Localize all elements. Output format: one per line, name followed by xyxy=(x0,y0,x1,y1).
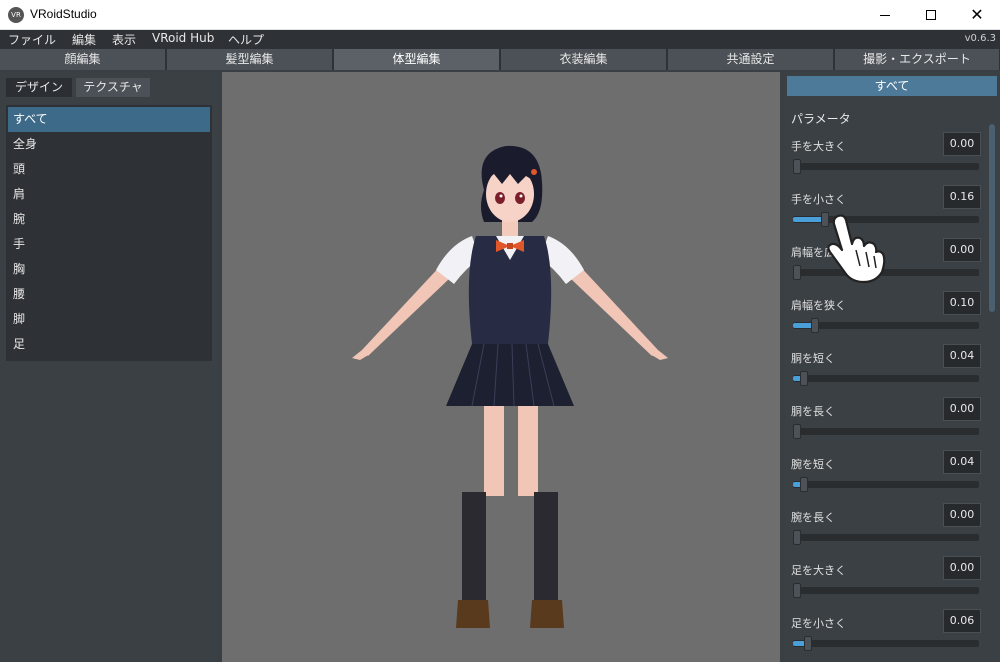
menu-file[interactable]: ファイル xyxy=(8,31,56,48)
menu-edit[interactable]: 編集 xyxy=(72,31,96,48)
menu-bar: ファイル 編集 表示 VRoid Hub ヘルプ v0.6.3 xyxy=(0,30,1000,48)
tab-body-edit[interactable]: 体型編集 xyxy=(334,49,500,70)
param-row: 肩幅を狭く 0.10 xyxy=(785,291,985,344)
param-slider[interactable] xyxy=(793,530,979,545)
slider-fill xyxy=(793,323,813,328)
slider-thumb[interactable] xyxy=(804,636,812,651)
slider-thumb[interactable] xyxy=(811,318,819,333)
tab-outfit-edit[interactable]: 衣装編集 xyxy=(501,49,667,70)
param-slider[interactable] xyxy=(793,371,979,386)
slider-thumb[interactable] xyxy=(800,371,808,386)
maximize-button[interactable] xyxy=(908,0,954,30)
param-row: 胴を長く 0.00 xyxy=(785,397,985,450)
param-label: 腕を短く xyxy=(791,458,835,471)
menu-view[interactable]: 表示 xyxy=(112,31,136,48)
hand-pointer-icon xyxy=(827,214,886,284)
param-row: 足を小さく 0.06 xyxy=(785,609,985,662)
slider-thumb[interactable] xyxy=(793,265,801,280)
param-value-input[interactable]: 0.00 xyxy=(943,556,981,580)
category-head[interactable]: 頭 xyxy=(8,157,210,182)
3d-viewport[interactable] xyxy=(222,72,780,662)
character-model xyxy=(352,145,668,628)
close-icon: ✕ xyxy=(970,5,984,24)
tab-photo-export[interactable]: 撮影・エクスポート xyxy=(835,49,1000,70)
param-label: 手を大きく xyxy=(791,140,846,153)
param-value-input[interactable]: 0.04 xyxy=(943,450,981,474)
tab-common-settings[interactable]: 共通設定 xyxy=(668,49,834,70)
category-waist[interactable]: 腰 xyxy=(8,282,210,307)
tab-texture[interactable]: テクスチャ xyxy=(76,78,150,97)
param-row: 腕を長く 0.00 xyxy=(785,503,985,556)
param-value-input[interactable]: 0.00 xyxy=(943,397,981,421)
category-chest[interactable]: 胸 xyxy=(8,257,210,282)
category-all[interactable]: すべて xyxy=(8,107,210,132)
menu-help[interactable]: ヘルプ xyxy=(228,31,264,48)
parameter-group-header[interactable]: すべて xyxy=(787,76,997,96)
category-hand[interactable]: 手 xyxy=(8,232,210,257)
parameter-scrollbar[interactable] xyxy=(989,124,995,312)
main-tab-bar: 顔編集 髪型編集 体型編集 衣装編集 共通設定 撮影・エクスポート xyxy=(0,48,1000,70)
param-value-input[interactable]: 0.16 xyxy=(943,185,981,209)
param-slider[interactable] xyxy=(793,424,979,439)
param-value-input[interactable]: 0.00 xyxy=(943,132,981,156)
tab-face-edit[interactable]: 顔編集 xyxy=(0,49,166,70)
param-slider[interactable] xyxy=(793,583,979,598)
param-slider[interactable] xyxy=(793,477,979,492)
slider-thumb[interactable] xyxy=(800,477,808,492)
param-value-input[interactable]: 0.00 xyxy=(943,503,981,527)
param-slider[interactable] xyxy=(793,318,979,333)
param-label: 胴を長く xyxy=(791,405,835,418)
minimize-button[interactable] xyxy=(862,0,908,30)
param-row: 足を大きく 0.00 xyxy=(785,556,985,609)
category-shoulder[interactable]: 肩 xyxy=(8,182,210,207)
param-slider[interactable] xyxy=(793,159,979,174)
param-value-input[interactable]: 0.10 xyxy=(943,291,981,315)
tab-hair-edit[interactable]: 髪型編集 xyxy=(167,49,333,70)
param-label: 腕を長く xyxy=(791,511,835,524)
param-row: 腕を短く 0.04 xyxy=(785,450,985,503)
title-bar: VR VRoidStudio ✕ xyxy=(0,0,1000,30)
param-value-input[interactable]: 0.06 xyxy=(943,609,981,633)
app-title: VRoidStudio xyxy=(30,7,97,21)
tab-design[interactable]: デザイン xyxy=(6,78,72,97)
minimize-icon xyxy=(880,14,890,16)
category-list: すべて 全身 頭 肩 腕 手 胸 腰 脚 足 xyxy=(6,105,212,361)
param-value-input[interactable]: 0.00 xyxy=(943,238,981,262)
maximize-icon xyxy=(926,10,936,20)
menu-vroid-hub[interactable]: VRoid Hub xyxy=(152,31,214,45)
slider-thumb[interactable] xyxy=(793,530,801,545)
param-label: 足を小さく xyxy=(791,617,846,630)
slider-thumb[interactable] xyxy=(793,159,801,174)
param-label: 肩幅を狭く xyxy=(791,299,846,312)
close-button[interactable]: ✕ xyxy=(954,0,1000,30)
category-foot[interactable]: 足 xyxy=(8,332,210,357)
param-label: 手を小さく xyxy=(791,193,846,206)
slider-thumb[interactable] xyxy=(793,583,801,598)
param-row: 胴を短く 0.04 xyxy=(785,344,985,397)
app-logo-icon: VR xyxy=(8,7,24,23)
param-label: 足を大きく xyxy=(791,564,846,577)
category-arm[interactable]: 腕 xyxy=(8,207,210,232)
category-whole-body[interactable]: 全身 xyxy=(8,132,210,157)
param-value-input[interactable]: 0.04 xyxy=(943,344,981,368)
slider-thumb[interactable] xyxy=(793,424,801,439)
param-label: 胴を短く xyxy=(791,352,835,365)
right-panel: すべて パラメータ 手を大きく 0.00 手を小さく 0.16 肩幅を広 0.0… xyxy=(785,72,1000,662)
version-label: v0.6.3 xyxy=(964,33,996,44)
category-leg[interactable]: 脚 xyxy=(8,307,210,332)
param-row: 手を大きく 0.00 xyxy=(785,132,985,185)
left-panel: デザイン テクスチャ すべて 全身 頭 肩 腕 手 胸 腰 脚 足 xyxy=(0,72,218,662)
section-title: パラメータ xyxy=(791,112,851,126)
slider-fill xyxy=(793,217,823,222)
param-slider[interactable] xyxy=(793,636,979,651)
